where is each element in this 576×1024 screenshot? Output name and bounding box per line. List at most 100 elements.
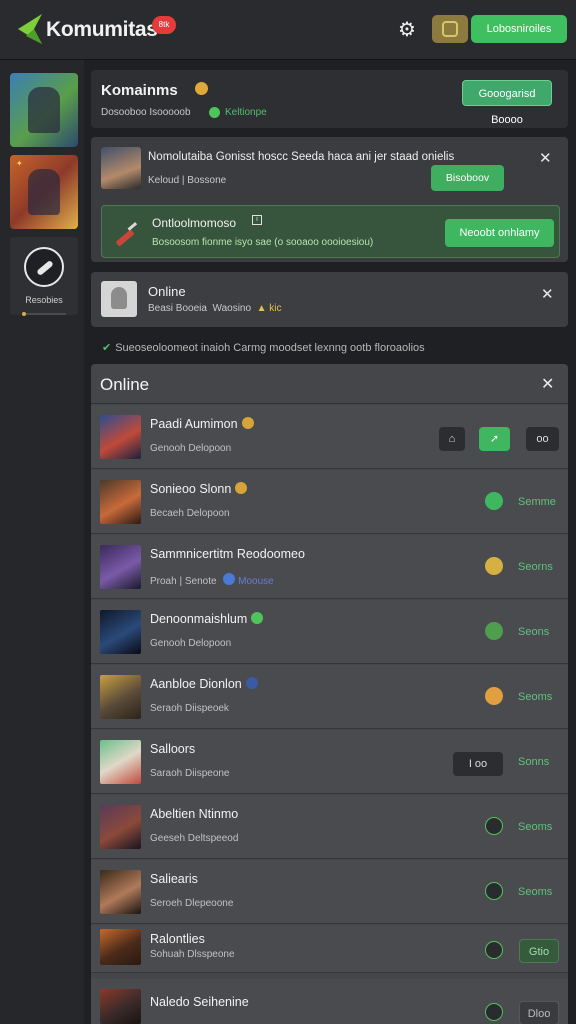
sidebar-game-tile-2[interactable]: ✦ xyxy=(10,155,78,229)
list-item-name-text: Denoonmaishlum xyxy=(150,612,248,626)
list-item-name: Salloors xyxy=(150,742,196,756)
list-item-action[interactable]: Seoms xyxy=(518,821,552,833)
edit-icon[interactable] xyxy=(485,941,503,959)
list-item[interactable]: Sammnicertitm Reodoomeo Proah | Senote M… xyxy=(91,535,568,599)
sidebar-item-resources[interactable]: Resobies xyxy=(10,237,78,315)
game-art xyxy=(28,169,60,215)
close-icon[interactable]: ✕ xyxy=(539,149,552,167)
status-line: ✔ Sueoseoloomeot inaioh Carmg moodset lex… xyxy=(102,341,425,354)
edit-icon[interactable] xyxy=(485,817,503,835)
profile-tag[interactable]: Keltionpe xyxy=(225,107,267,118)
check-icon: ✔ xyxy=(102,342,112,354)
close-icon[interactable]: ✕ xyxy=(541,285,554,303)
app-header: Komumitas 8tk ⚙ Lobosniroiles xyxy=(0,0,576,60)
list-item-sub: Genooh Delopoon xyxy=(150,638,232,649)
avatar xyxy=(101,281,137,317)
online-mini-title: Online xyxy=(148,284,186,299)
edit-icon[interactable] xyxy=(485,1003,503,1021)
online-mini-sub-right: kic xyxy=(269,303,282,314)
more-button[interactable]: oo xyxy=(526,427,559,451)
emoji-icon xyxy=(235,482,248,494)
tile-tag-icon: ✦ xyxy=(16,159,23,168)
status-icon xyxy=(485,687,503,705)
logo-icon[interactable] xyxy=(14,12,44,46)
sidebar: ✦ Resobies xyxy=(0,60,84,1024)
info-icon: i xyxy=(252,215,262,225)
brand-title: Komumitas xyxy=(46,18,158,41)
inner-subtitle: Bosoosom fionme isyo sae (o sooaoo oooio… xyxy=(152,237,374,248)
list-item[interactable]: Salloors Saraoh Diispeone I oo Sonns xyxy=(91,730,568,794)
list-item[interactable]: Saliearis Seroeh Dlepeoone Seoms xyxy=(91,860,568,924)
list-item-name-text: Paadi Aumimon xyxy=(150,417,238,431)
notification-card: Nomolutaiba Gonisst hoscc Seeda haca ani… xyxy=(91,137,568,262)
edit-icon[interactable] xyxy=(485,882,503,900)
wrench-icon xyxy=(116,222,138,246)
notification-button[interactable]: Bisoboov xyxy=(431,165,504,191)
check-icon xyxy=(485,492,503,510)
status-icon xyxy=(485,622,503,640)
gear-icon[interactable]: ⚙ xyxy=(396,19,418,41)
leaf-icon xyxy=(251,612,264,624)
list-item-action[interactable]: Seons xyxy=(518,626,549,638)
online-list-header: Online ✕ xyxy=(91,364,568,404)
top-action-button[interactable]: Lobosniroiles xyxy=(471,15,567,43)
list-item-name: Saliearis xyxy=(150,872,198,886)
list-item-badge[interactable]: I oo xyxy=(453,752,503,776)
list-item-sub: Seraoh Diispeoek xyxy=(150,703,229,714)
sidebar-game-tile-1[interactable] xyxy=(10,73,78,147)
online-mini-card: Online Beasi Booeia Waosino ▲ kic ✕ xyxy=(91,272,568,327)
inner-action-button[interactable]: Neoobt onhlamy xyxy=(445,219,554,247)
list-item-name: Paadi Aumimon xyxy=(150,417,254,431)
profile-action-button[interactable]: Gooogarisd Boooo xyxy=(462,80,552,126)
arrow-icon[interactable]: ➚ xyxy=(479,427,510,451)
list-item[interactable]: Sonieoo Slonn Becaeh Delopoon Semme xyxy=(91,470,568,534)
list-item-sub-extra: Moouse xyxy=(238,576,274,587)
sidebar-item-label: Resobies xyxy=(25,295,63,305)
lock-icon[interactable]: ⌂ xyxy=(439,427,465,451)
game-thumbnail xyxy=(100,480,141,524)
gem-icon xyxy=(245,677,258,689)
profile-subtitle: Dosooboo Isooooob xyxy=(101,107,191,118)
profile-title: Komainms xyxy=(101,82,178,99)
list-item-name-text: Sonieoo Slonn xyxy=(150,482,232,496)
list-item-sub: Saraoh Diispeone xyxy=(150,768,230,779)
list-item[interactable]: Naledo Seihenine Dloo xyxy=(91,979,568,1024)
online-list-title: Online xyxy=(100,375,150,394)
list-item-name: Denoonmaishlum xyxy=(150,612,264,626)
emoji-icon xyxy=(241,417,254,429)
game-thumbnail xyxy=(100,929,141,965)
game-thumbnail xyxy=(100,870,141,914)
coin-button[interactable] xyxy=(432,15,468,43)
list-item-sub: Seroeh Dlepeoone xyxy=(150,898,234,909)
list-item-name: Abeltien Ntinmo xyxy=(150,807,239,821)
close-icon[interactable]: ✕ xyxy=(541,374,554,394)
notification-subtext: Keloud | Bossone xyxy=(148,175,227,186)
warning-icon: ▲ xyxy=(256,303,267,314)
online-list-panel: Online ✕ Paadi Aumimon Genooh Delopoon ⌂… xyxy=(91,364,568,1024)
list-item-action[interactable]: Seoms xyxy=(518,691,552,703)
list-item-name: Ralontlies xyxy=(150,932,205,946)
list-item[interactable]: Paadi Aumimon Genooh Delopoon ⌂ ➚ oo xyxy=(91,405,568,469)
inner-title: Ontloolmomoso xyxy=(152,216,237,230)
list-item-action[interactable]: Semme xyxy=(518,496,556,508)
game-thumbnail xyxy=(100,545,141,589)
list-item[interactable]: Aanbloe Dionlon Seraoh Diispeoek Seoms xyxy=(91,665,568,729)
list-item-sub: Sohuah Dlsspeone xyxy=(150,949,235,960)
game-thumbnail xyxy=(100,805,141,849)
game-thumbnail xyxy=(100,415,141,459)
profile-card: Komainms Dosooboo Isooooob Keltionpe Goo… xyxy=(91,70,568,128)
list-item-action[interactable]: Seorns xyxy=(518,561,553,573)
sidebar-slider[interactable] xyxy=(22,312,66,316)
list-item[interactable]: Abeltien Ntinmo Geeseh Deltspeeod Seoms xyxy=(91,795,568,859)
list-item-sub: Genooh Delopoon xyxy=(150,443,232,454)
game-thumbnail xyxy=(100,610,141,654)
list-item[interactable]: Ralontlies Sohuah Dlsspeone Gtio xyxy=(91,925,568,973)
list-item-name: Sammnicertitm Reodoomeo xyxy=(150,547,305,561)
list-item-badge[interactable]: Dloo xyxy=(519,1001,559,1024)
coin-icon xyxy=(442,21,458,37)
list-item-badge[interactable]: Gtio xyxy=(519,939,559,963)
list-item[interactable]: Denoonmaishlum Genooh Delopoon Seons xyxy=(91,600,568,664)
online-mini-sub-left: Beasi Booeia xyxy=(148,303,207,314)
list-item-action[interactable]: Seoms xyxy=(518,886,552,898)
list-item-action[interactable]: Sonns xyxy=(518,756,549,768)
